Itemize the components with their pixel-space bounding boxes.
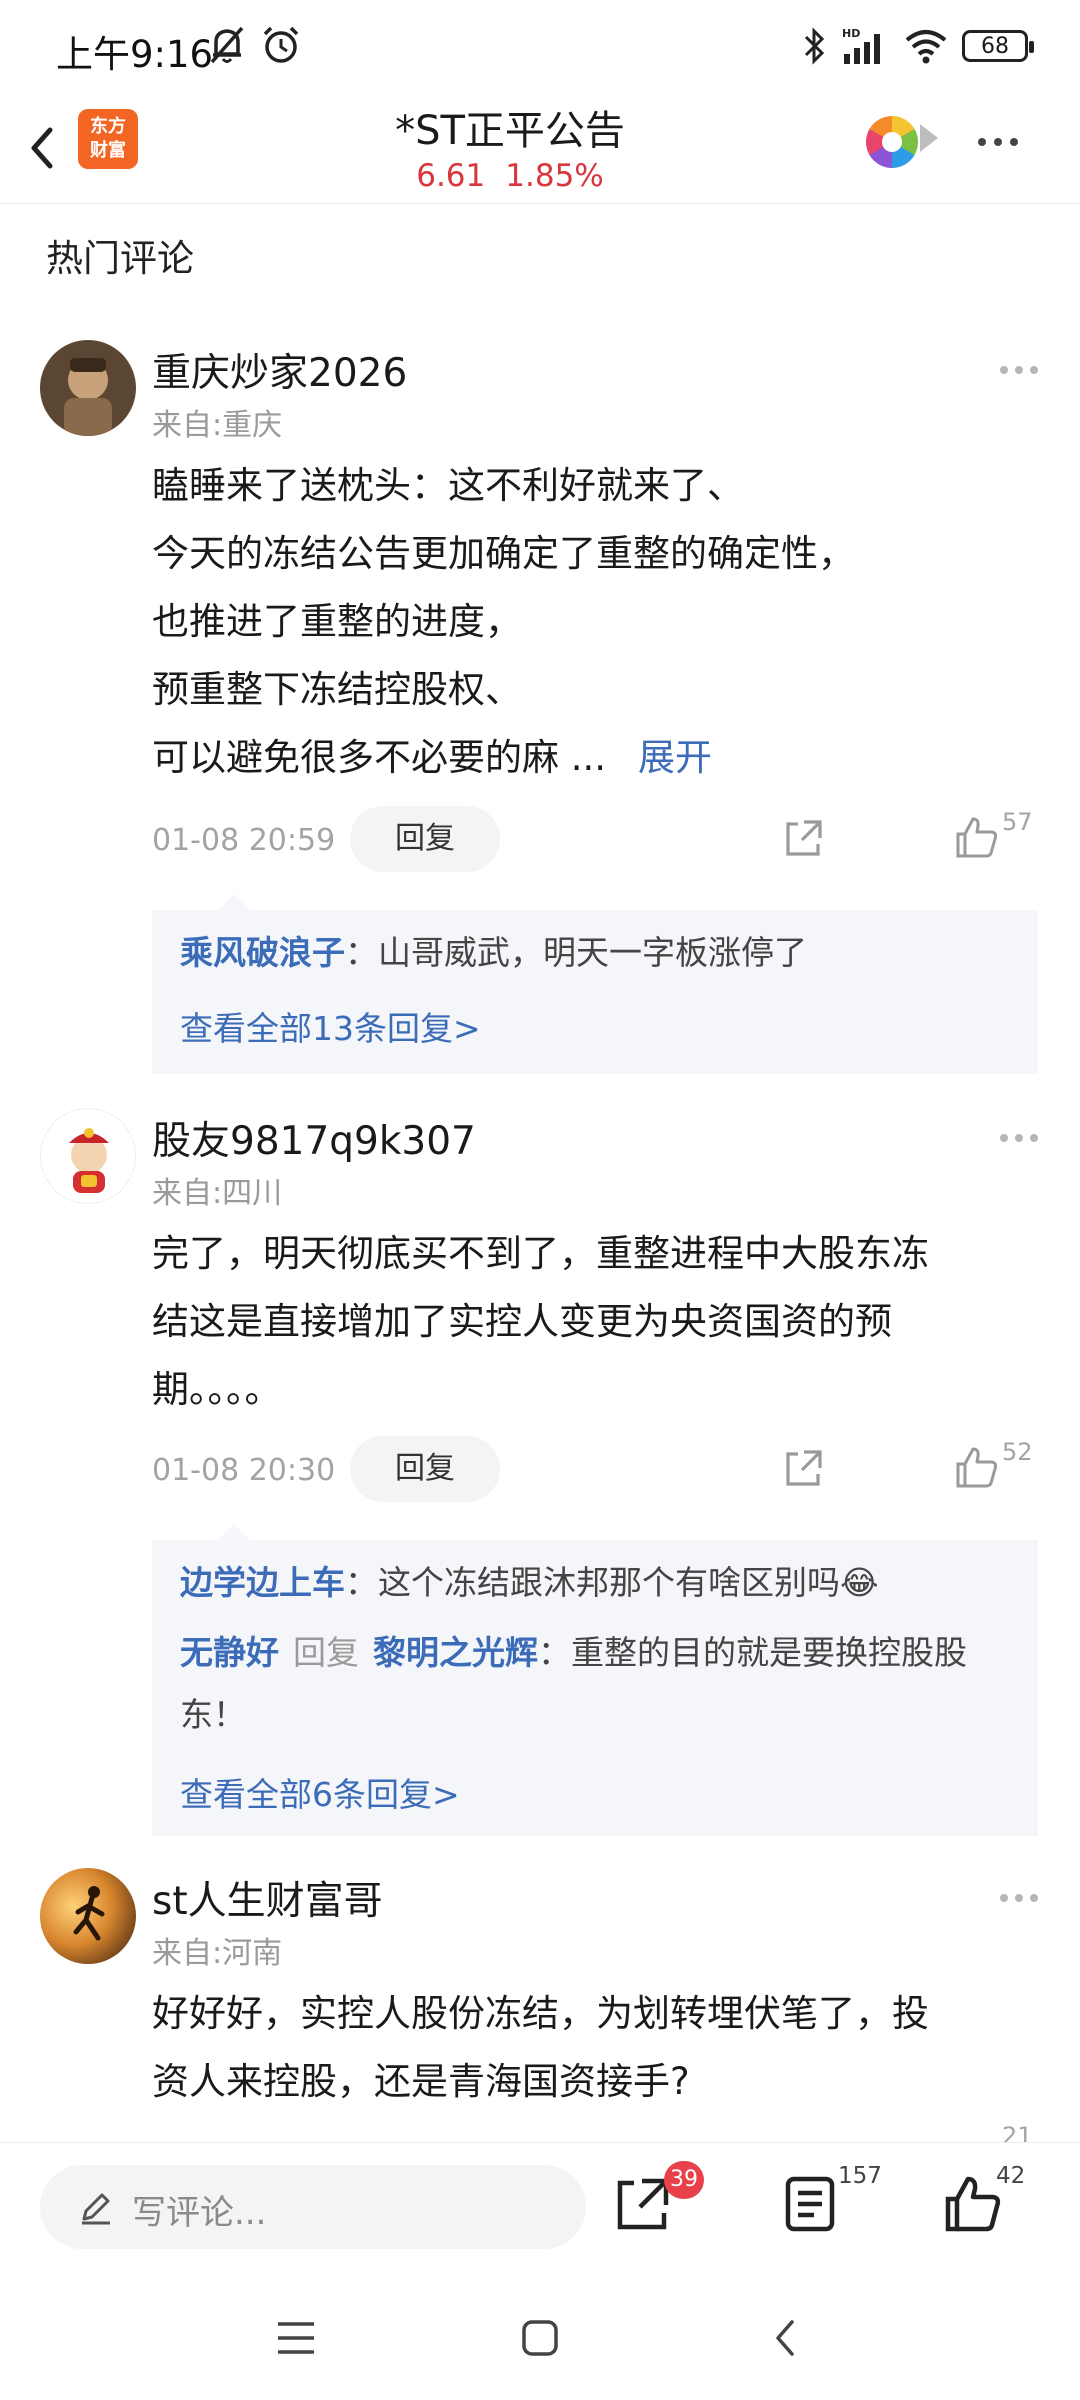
username[interactable]: st人生财富哥	[152, 1870, 383, 1926]
battery-icon: 68	[962, 30, 1034, 62]
bluetooth-icon	[804, 27, 825, 65]
comment-count: 157	[838, 2163, 882, 2189]
comment-text: 瞌睡来了送枕头：这不利好就来了、 今天的冻结公告更加确定了重整的确定性， 也推进…	[152, 464, 855, 779]
section-title-hot-comments: 热门评论	[46, 237, 194, 280]
comment-time: 01-08 20:59	[152, 823, 336, 858]
svg-text:HD: HD	[842, 27, 860, 40]
system-nav-bar	[0, 2268, 1080, 2400]
back-nav-icon[interactable]	[770, 2316, 800, 2360]
thumbs-up-icon[interactable]	[954, 814, 1000, 860]
share-icon[interactable]	[782, 1446, 826, 1490]
user-location: 来自:四川	[152, 1176, 283, 1211]
stock-quote: 6.61 1.85%	[300, 158, 720, 194]
like-count: 42	[996, 2163, 1026, 2189]
stock-title-block[interactable]: *ST正平公告 6.61 1.85%	[300, 96, 938, 194]
more-options-icon[interactable]	[978, 138, 1018, 146]
mute-bell-icon	[210, 26, 244, 64]
comment-text: 好好好，实控人股份冻结，为划转埋伏笔了，投 资人来控股，还是青海国资接手?	[152, 1992, 929, 2103]
wifi-icon	[905, 30, 947, 64]
avatar[interactable]	[40, 1868, 136, 1964]
reply-target-username[interactable]: 黎明之光辉	[373, 1633, 538, 1672]
menu-icon[interactable]	[274, 2318, 318, 2358]
username[interactable]: 重庆炒家2026	[152, 342, 407, 398]
stock-change: 1.85%	[505, 158, 604, 194]
view-all-replies-link[interactable]: 查看全部13条回复>	[180, 1002, 481, 1050]
user-location: 来自:重庆	[152, 408, 283, 443]
avatar[interactable]	[40, 340, 136, 436]
view-all-replies-link[interactable]: 查看全部6条回复>	[180, 1768, 460, 1816]
reply-preview-box[interactable]: 边学边上车：这个冻结跟沐邦那个有啥区别吗😂 无静好 回复 黎明之光辉：重整的目的就是…	[152, 1524, 1038, 1836]
alarm-icon	[263, 26, 299, 63]
like-count: 52	[1002, 1438, 1033, 1466]
user-location: 来自:河南	[152, 1936, 283, 1971]
back-icon[interactable]	[18, 112, 68, 182]
pinwheel-icon[interactable]	[866, 116, 918, 168]
expand-link[interactable]: 展开	[638, 736, 712, 779]
comment-more-icon[interactable]	[1000, 1134, 1038, 1142]
reply-preview-box[interactable]: 乘风破浪子：山哥威武，明天一字板涨停了 查看全部13条回复>	[152, 894, 1038, 1074]
reply-item: 无静好 回复 黎明之光辉：重整的目的就是要换控股股东！	[180, 1633, 967, 1734]
page-title: *ST正平公告	[395, 108, 625, 154]
app-logo[interactable]: 东方 财富	[78, 109, 138, 169]
reply-button[interactable]: 回复	[350, 806, 500, 872]
stock-price: 6.61	[416, 158, 486, 194]
write-comment-input[interactable]: 写评论...	[40, 2165, 586, 2249]
comment-more-icon[interactable]	[1000, 366, 1038, 374]
home-icon[interactable]	[520, 2318, 560, 2358]
reply-item: 边学边上车：这个冻结跟沐邦那个有啥区别吗😂	[180, 1563, 879, 1602]
signal-icon: HD	[842, 27, 880, 64]
like-count: 57	[1002, 808, 1033, 836]
thumbs-up-icon[interactable]	[954, 1444, 1000, 1490]
write-comment-placeholder: 写评论...	[132, 2193, 267, 2233]
comment-time: 01-08 20:30	[152, 1453, 336, 1488]
reply-username[interactable]: 乘风破浪子	[180, 933, 345, 972]
reply-username[interactable]: 无静好	[180, 1633, 279, 1672]
share-badge: 39	[664, 2161, 704, 2199]
app-header: 东方 财富 *ST正平公告 6.61 1.85%	[0, 96, 1080, 204]
comments-list-icon[interactable]	[780, 2173, 842, 2235]
reply-button[interactable]: 回复	[350, 1436, 500, 1502]
comment-text: 完了，明天彻底买不到了，重整进程中大股东冻 结这是直接增加了实控人变更为央资国资…	[152, 1232, 929, 1411]
reply-username[interactable]: 边学边上车	[180, 1563, 345, 1602]
thumbs-up-icon[interactable]	[942, 2173, 1004, 2235]
reply-item: 乘风破浪子：山哥威武，明天一字板涨停了	[180, 933, 807, 972]
comment-more-icon[interactable]	[1000, 1894, 1038, 1902]
status-time: 上午9:16	[56, 33, 214, 76]
bottom-toolbar: 写评论... 39 157 42	[0, 2142, 1080, 2268]
share-icon[interactable]	[782, 816, 826, 860]
play-triangle-icon	[920, 124, 938, 152]
username[interactable]: 股友9817q9k307	[152, 1110, 476, 1166]
pencil-icon	[82, 2193, 110, 2225]
avatar[interactable]	[40, 1108, 136, 1204]
status-bar: 上午9:16 HD 68	[0, 0, 1080, 96]
